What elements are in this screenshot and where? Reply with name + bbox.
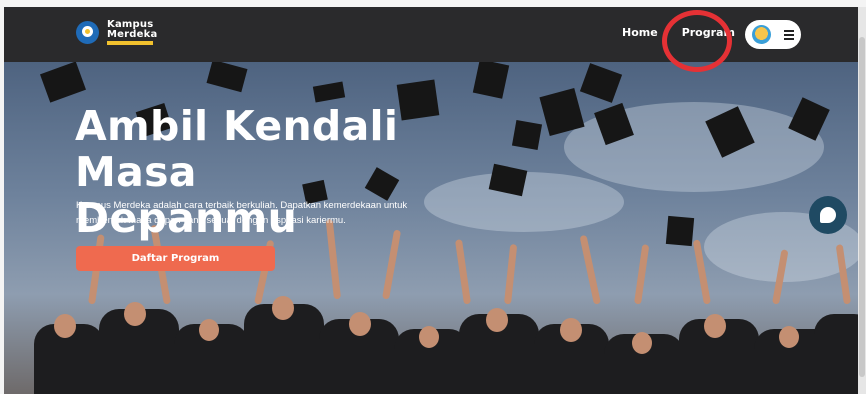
graduation-cap-icon — [206, 62, 248, 93]
avatar — [751, 25, 771, 44]
nav-links: Home Program — [622, 26, 735, 39]
hero-description: Kampus Merdeka adalah cara terbaik berku… — [76, 200, 408, 226]
logo-tagline-bar — [107, 41, 153, 45]
navbar: Kampus Merdeka Home Program — [4, 7, 862, 62]
chat-button[interactable] — [809, 196, 847, 234]
hamburger-icon — [784, 29, 795, 40]
hero-section: Ambil Kendali Masa Depanmu Kampus Merdek… — [4, 62, 862, 394]
nav-link-program[interactable]: Program — [682, 26, 735, 39]
graduates-crowd — [4, 219, 862, 394]
graduation-cap-icon — [511, 119, 543, 151]
graduation-cap-icon — [40, 62, 86, 103]
logo-line-2: Merdeka — [107, 29, 158, 40]
daftar-program-button[interactable]: Daftar Program — [76, 246, 275, 271]
graduation-cap-icon — [312, 81, 346, 103]
nav-link-home[interactable]: Home — [622, 26, 658, 39]
kampus-merdeka-logo[interactable]: Kampus Merdeka — [76, 20, 157, 45]
profile-menu-toggle[interactable] — [745, 20, 801, 49]
graduation-cap-icon — [579, 63, 623, 103]
chat-bubble-icon — [820, 207, 836, 223]
scrollbar-thumb[interactable] — [859, 37, 865, 377]
logo-text: Kampus Merdeka — [107, 20, 157, 45]
browser-frame: Kampus Merdeka Home Program Ambil Kendal… — [0, 0, 866, 394]
page-viewport: Kampus Merdeka Home Program Ambil Kendal… — [4, 7, 862, 394]
graduation-cap-icon — [472, 62, 510, 99]
graduation-cap-icon — [665, 215, 695, 247]
vertical-scrollbar[interactable] — [858, 7, 866, 394]
kampus-merdeka-emblem-icon — [76, 21, 99, 44]
